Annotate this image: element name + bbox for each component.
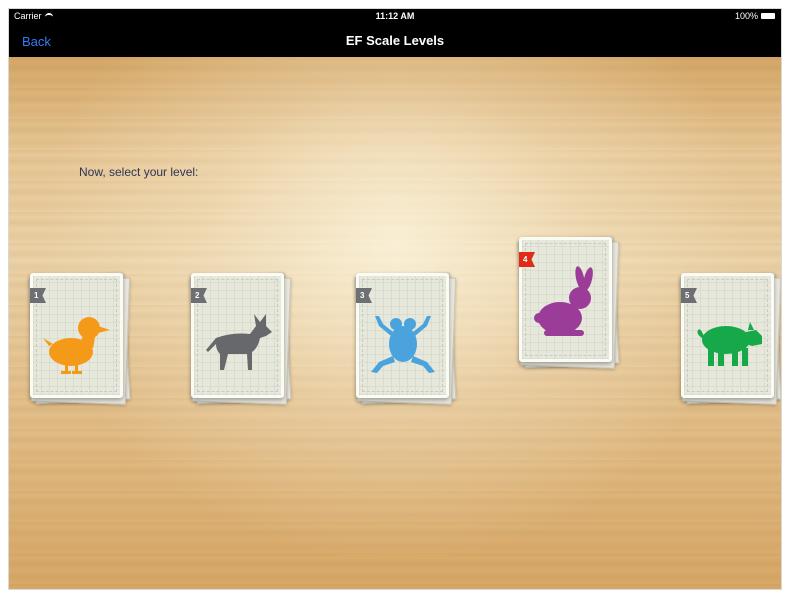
level-card-4[interactable]: 4 [517,236,620,369]
wood-background: Now, select your level: 1 2 3 4 5 [9,57,781,589]
frog-icon [371,316,435,373]
duck-icon [43,317,110,374]
level-card-1[interactable]: 1 [28,272,131,405]
navigation-bar: Back EF Scale Levels [9,25,781,57]
status-time: 11:12 AM [375,11,415,21]
card-face: 4 [519,237,612,362]
level-prompt: Now, select your level: [79,165,199,179]
card-face: 3 [356,273,449,398]
page-title: EF Scale Levels [345,33,445,48]
card-face: 2 [191,273,284,398]
battery-percent: 100% [734,11,758,21]
card-face: 5 [681,273,774,398]
pig-icon [697,322,762,366]
dog-icon [206,314,272,370]
level-card-5[interactable]: 5 [679,272,781,405]
ipad-screen: Carrier 11:12 AM 100% Back EF Scale Leve… [8,8,782,590]
level-card-2[interactable]: 2 [189,272,292,405]
rabbit-icon [534,266,593,336]
status-bar: Carrier 11:12 AM 100% [9,9,781,25]
battery-icon [761,13,775,19]
level-card-3[interactable]: 3 [354,272,457,405]
card-face: 1 [30,273,123,398]
